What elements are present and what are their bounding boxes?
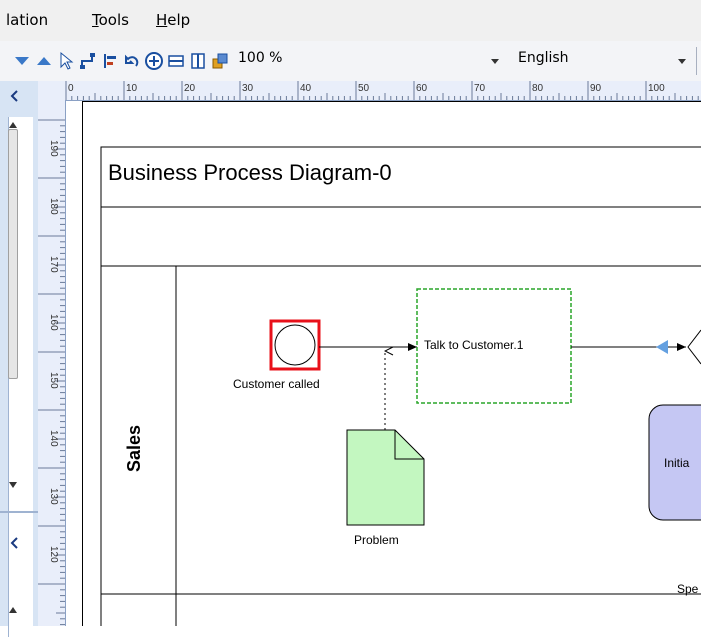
language-combo[interactable]: English [518, 50, 668, 74]
language-value: English [518, 50, 569, 66]
ruler-label: 10 [126, 83, 138, 94]
ruler-label: 90 [590, 83, 602, 94]
data-object-label[interactable]: Problem [354, 533, 399, 547]
panel-scroll-up-icon[interactable] [8, 121, 18, 129]
partial-task-label[interactable]: Initia [664, 456, 701, 470]
ruler-label: 120 [48, 546, 59, 563]
panel-scroll-thumb[interactable] [8, 129, 18, 379]
collapse-left-secondary-icon[interactable] [8, 536, 22, 550]
zoom-dropdown-arrow-icon[interactable] [490, 57, 500, 65]
left-panel [0, 81, 38, 637]
menu-simulation-label: lation [6, 11, 49, 29]
ruler-label: 130 [48, 488, 59, 505]
ruler-label: 140 [48, 430, 59, 447]
move-down-icon[interactable] [12, 51, 32, 71]
menu-tools[interactable]: Tools [92, 11, 129, 29]
task-label[interactable]: Talk to Customer.1 [424, 338, 523, 352]
bring-front-icon[interactable] [210, 51, 230, 71]
ruler-label: 100 [648, 83, 665, 94]
align-icon[interactable] [100, 51, 120, 71]
ruler-label: 180 [48, 198, 59, 215]
zoom-icon[interactable] [144, 51, 164, 71]
language-dropdown-arrow-icon[interactable] [677, 57, 687, 65]
toolbar: 100 % English [0, 41, 701, 81]
page-border-top [82, 101, 701, 102]
menu-help-mnemonic: H [156, 11, 168, 29]
panel-scroll-down-icon[interactable] [8, 481, 18, 489]
collapse-left-icon[interactable] [8, 89, 22, 103]
menu-tools-mnemonic: T [92, 11, 99, 29]
menu-bar: lation Tools Help [0, 0, 701, 41]
move-up-icon[interactable] [34, 51, 54, 71]
partial-bottom-label: Spe [677, 582, 699, 596]
panel-secondary-track [8, 559, 33, 626]
ruler-label: 40 [300, 83, 312, 94]
panel-secondary-scroll-up-icon[interactable] [8, 606, 18, 614]
menu-tools-label: ools [98, 11, 129, 29]
pointer-icon[interactable] [56, 51, 76, 71]
menu-help[interactable]: Help [156, 11, 190, 29]
ruler-label: 190 [48, 140, 59, 157]
toolbar-separator [696, 47, 697, 75]
diagram-title[interactable]: Business Process Diagram-0 [108, 160, 392, 186]
ruler-label: 170 [48, 256, 59, 273]
menu-help-label: elp [167, 11, 191, 29]
horizontal-ruler: 0 10 20 30 40 50 60 70 80 90 100 [38, 81, 701, 101]
start-event-label[interactable]: Customer called [233, 377, 320, 391]
ruler-label: 70 [474, 83, 486, 94]
zoom-combo[interactable]: 100 % [238, 50, 378, 74]
page-border-left [82, 101, 83, 626]
ruler-label: 160 [48, 314, 59, 331]
menu-simulation[interactable]: lation [6, 11, 48, 29]
ruler-label: 60 [416, 83, 428, 94]
panel-divider [0, 511, 38, 513]
vertical-layout-icon[interactable] [188, 51, 208, 71]
undo-icon[interactable] [122, 51, 142, 71]
vertical-ruler: 190 180 170 160 150 140 130 120 [38, 100, 66, 626]
ruler-label: 0 [68, 83, 74, 94]
horizontal-layout-icon[interactable] [166, 51, 186, 71]
ruler-label: 30 [242, 83, 254, 94]
zoom-value: 100 % [238, 50, 283, 66]
connector-icon[interactable] [78, 51, 98, 71]
ruler-label: 80 [532, 83, 544, 94]
ruler-label: 20 [184, 83, 196, 94]
ruler-label: 150 [48, 372, 59, 389]
lane-label[interactable]: Sales [124, 425, 145, 472]
ruler-label: 50 [358, 83, 370, 94]
